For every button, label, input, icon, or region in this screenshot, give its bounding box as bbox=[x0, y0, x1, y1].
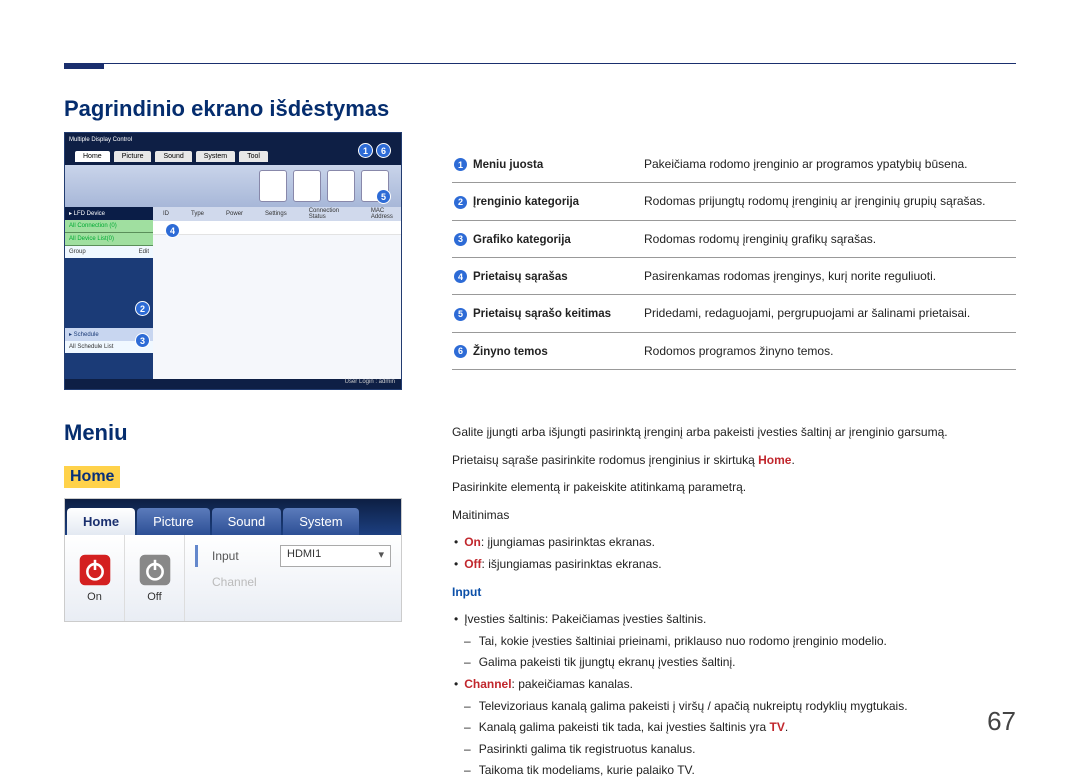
badge-icon: 4 bbox=[454, 270, 467, 283]
list-item: Įvesties šaltinis: Pakeičiamas įvesties … bbox=[466, 609, 1016, 631]
table-row: 6 Žinyno temos Rodomos programos žinyno te… bbox=[452, 332, 1016, 369]
list-item: Pasirinkti galima tik registruotus kanal… bbox=[480, 739, 1016, 761]
desc-p4: Maitinimas bbox=[452, 505, 1016, 527]
channel-label: Channel bbox=[212, 575, 272, 589]
table-row: 4 Prietaisų sąrašas Pasirenkamas rodomas į… bbox=[452, 257, 1016, 294]
off-button[interactable]: Off bbox=[125, 535, 185, 621]
input-dropdown[interactable]: HDMI1 bbox=[280, 545, 391, 567]
list-item: Channel: pakeičiamas kanalas. bbox=[466, 674, 1016, 696]
ss1-tab-home[interactable]: Home bbox=[75, 151, 110, 162]
ss1-side-row-group[interactable]: GroupEdit bbox=[65, 246, 153, 258]
callout-4: 4 bbox=[165, 223, 180, 238]
row-desc: Pakeičiama rodomo įrenginio ar programos… bbox=[642, 146, 1016, 183]
callout-table: 1 Meniu juosta Pakeičiama rodomo įrenginio… bbox=[452, 146, 1016, 370]
home-keyword: Home bbox=[758, 453, 791, 467]
badge-icon: 2 bbox=[454, 196, 467, 209]
description: Galite įjungti arba išjungti pasirinktą … bbox=[452, 422, 1016, 782]
input-label: Input bbox=[212, 549, 272, 563]
ss1-title: Multiple Display Control bbox=[65, 133, 401, 147]
input-panel: Input HDMI1 Channel bbox=[185, 535, 401, 621]
row-desc: Rodomas prijungtų rodomų įrenginių ar įr… bbox=[642, 183, 1016, 220]
tv-keyword: TV bbox=[770, 720, 785, 734]
desc-p1: Galite įjungti arba išjungti pasirinktą … bbox=[452, 422, 1016, 444]
power-off-icon bbox=[138, 553, 172, 587]
badge-icon: 6 bbox=[454, 345, 467, 358]
ss1-footer: User Login : admin bbox=[65, 379, 401, 389]
list-item: Taikoma tik modeliams, kurie palaiko TV. bbox=[480, 760, 1016, 782]
ss1-cols: IDTypePowerSettingsConnection StatusMAC … bbox=[153, 207, 401, 221]
ss1-toolbar bbox=[65, 165, 401, 207]
right-column: 1 Meniu juosta Pakeičiama rodomo įrenginio… bbox=[452, 146, 1016, 782]
ss1-tabs: Home Picture Sound System Tool bbox=[65, 147, 401, 165]
off-label: Off bbox=[147, 591, 161, 603]
row-label: Prietaisų sąrašas bbox=[473, 271, 568, 283]
left-column: Pagrindinio ekrano išdėstymas Multiple D… bbox=[64, 96, 402, 622]
ss2-tabs: Home Picture Sound System bbox=[65, 499, 401, 535]
table-row: 3 Grafiko kategorija Rodomas rodomų įrengi… bbox=[452, 220, 1016, 257]
table-row: 5 Prietaisų sąrašo keitimas Pridedami, red… bbox=[452, 295, 1016, 332]
row-label: Žinyno temos bbox=[473, 345, 548, 357]
tool-icon[interactable] bbox=[293, 170, 321, 202]
callout-1: 1 bbox=[358, 143, 373, 158]
power-on-icon bbox=[78, 553, 112, 587]
header-rule bbox=[64, 63, 1016, 64]
ss1-row[interactable] bbox=[153, 221, 401, 235]
list-item: Tai, kokie įvesties šaltiniai prieinami,… bbox=[480, 631, 1016, 653]
ss1-main: IDTypePowerSettingsConnection StatusMAC … bbox=[153, 207, 401, 379]
table-row: 1 Meniu juosta Pakeičiama rodomo įrenginio… bbox=[452, 146, 1016, 183]
heading-meniu: Meniu bbox=[64, 420, 402, 446]
badge-icon: 1 bbox=[454, 158, 467, 171]
ss1-side-row-all[interactable]: All Device List(0) bbox=[65, 233, 153, 246]
ss1-tab-sound[interactable]: Sound bbox=[155, 151, 191, 162]
list-item: Kanalą galima pakeisti tik tada, kai įve… bbox=[480, 717, 1016, 739]
row-desc: Rodomas rodomų įrenginių grafikų sąrašas… bbox=[642, 220, 1016, 257]
row-label: Grafiko kategorija bbox=[473, 233, 571, 245]
on-label: On bbox=[87, 591, 102, 603]
ss1-tab-system[interactable]: System bbox=[196, 151, 235, 162]
callout-2: 2 bbox=[135, 301, 150, 316]
list-item: Televizoriaus kanalą galima pakeisti į v… bbox=[480, 696, 1016, 718]
ss1-tab-tool[interactable]: Tool bbox=[239, 151, 268, 162]
callout-5: 5 bbox=[376, 189, 391, 204]
row-label: Meniu juosta bbox=[473, 159, 543, 171]
on-button[interactable]: On bbox=[65, 535, 125, 621]
ss1-side-hdr[interactable]: ▸ LFD Device bbox=[65, 207, 153, 220]
page-number: 67 bbox=[987, 706, 1016, 737]
list-item: On: įjungiamas pasirinktas ekranas. bbox=[466, 532, 1016, 554]
badge-icon: 5 bbox=[454, 308, 467, 321]
channel-keyword: Channel bbox=[464, 677, 511, 691]
heading-home: Home bbox=[64, 466, 120, 488]
row-desc: Pasirenkamas rodomas įrenginys, kurį nor… bbox=[642, 257, 1016, 294]
app-screenshot: Multiple Display Control Home Picture So… bbox=[64, 132, 402, 390]
ss2-tab-system[interactable]: System bbox=[283, 508, 358, 535]
table-row: 2 Įrenginio kategorija Rodomas prijungtų r… bbox=[452, 183, 1016, 220]
tool-icon[interactable] bbox=[327, 170, 355, 202]
heading-layout: Pagrindinio ekrano išdėstymas bbox=[64, 96, 402, 122]
home-screenshot: Home Picture Sound System On Off Input H… bbox=[64, 498, 402, 622]
ss1-tab-picture[interactable]: Picture bbox=[114, 151, 152, 162]
tool-icon[interactable] bbox=[259, 170, 287, 202]
on-keyword: On bbox=[464, 535, 481, 549]
accent-bar bbox=[195, 545, 198, 567]
row-label: Įrenginio kategorija bbox=[473, 196, 579, 208]
ss2-tab-picture[interactable]: Picture bbox=[137, 508, 209, 535]
row-label: Prietaisų sąrašo keitimas bbox=[473, 308, 611, 320]
callout-3: 3 bbox=[135, 333, 150, 348]
badge-icon: 3 bbox=[454, 233, 467, 246]
list-item: Galima pakeisti tik įjungtų ekranų įvest… bbox=[480, 652, 1016, 674]
desc-p3: Pasirinkite elementą ir pakeiskite atiti… bbox=[452, 477, 1016, 499]
callout-6: 6 bbox=[376, 143, 391, 158]
off-keyword: Off bbox=[464, 557, 481, 571]
desc-p2: Prietaisų sąraše pasirinkite rodomus įre… bbox=[452, 450, 1016, 472]
row-desc: Rodomos programos žinyno temos. bbox=[642, 332, 1016, 369]
ss1-side-row-conn[interactable]: All Connection (0) bbox=[65, 220, 153, 233]
ss2-tab-sound[interactable]: Sound bbox=[212, 508, 282, 535]
ss2-tab-home[interactable]: Home bbox=[67, 508, 135, 535]
row-desc: Pridedami, redaguojami, pergrupuojami ar… bbox=[642, 295, 1016, 332]
ss1-sidebar: ▸ LFD Device All Connection (0) All Devi… bbox=[65, 207, 153, 379]
input-heading: Input bbox=[452, 582, 1016, 604]
list-item: Off: išjungiamas pasirinktas ekranas. bbox=[466, 554, 1016, 576]
